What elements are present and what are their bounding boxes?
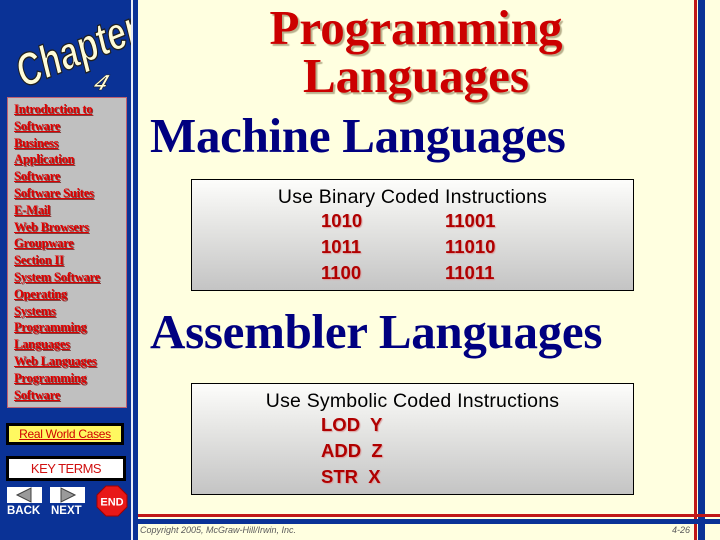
slide-title: Programming Languages — [140, 0, 692, 103]
nav-link-languages[interactable]: Languages — [14, 336, 126, 353]
chapter-logo: Chapter 4 — [6, 4, 131, 94]
nav-link-operating[interactable]: Operating — [14, 286, 126, 303]
nav-link-e-mail[interactable]: E-Mail — [14, 202, 126, 219]
nav-link-business[interactable]: Business — [14, 135, 126, 152]
nav-link-systems[interactable]: Systems — [14, 303, 126, 320]
nav-link-web-browsers[interactable]: Web Browsers — [14, 219, 126, 236]
symbolic-instructions-box: Use Symbolic Coded Instructions LOD Y AD… — [191, 383, 634, 495]
nav-link-web-languages[interactable]: Web Languages — [14, 353, 126, 370]
slide-title-line-1: Programming — [269, 0, 563, 55]
binary-code: 11001 — [445, 210, 496, 231]
end-label: END — [100, 497, 123, 509]
symbolic-instruction: LOD Y — [321, 414, 383, 435]
end-button[interactable]: END — [96, 485, 128, 517]
binary-code: 11011 — [445, 262, 495, 283]
symbolic-box-title: Use Symbolic Coded Instructions — [265, 390, 560, 412]
assembler-languages-heading: Assembler Languages — [150, 304, 603, 359]
binary-instructions-box: Use Binary Coded Instructions 1010 1011 … — [191, 179, 634, 291]
page-number: 4-26 — [671, 525, 690, 535]
real-world-cases-button[interactable]: Real World Cases — [6, 423, 124, 445]
frame-red-horizontal-line — [138, 514, 720, 517]
sidebar: Chapter 4 Introduction to Software Busin… — [0, 0, 131, 540]
symbolic-instruction: STR X — [321, 466, 381, 487]
nav-link-programming-software[interactable]: Programming — [14, 370, 126, 387]
nav-link-section-ii[interactable]: Section II — [14, 252, 126, 269]
nav-link-software-suites[interactable]: Software Suites — [14, 185, 126, 202]
back-label: BACK — [7, 505, 41, 517]
binary-code: 1100 — [321, 262, 362, 283]
chapter-logo-word: Chapter — [8, 4, 131, 94]
chapter-nav-panel: Introduction to Software Business Applic… — [7, 97, 127, 408]
symbolic-instruction: ADD Z — [321, 440, 383, 461]
binary-code: 1011 — [321, 236, 362, 257]
chapter-logo-number: 4 — [90, 70, 113, 94]
copyright-notice: Copyright 2005, McGraw-Hill/Irwin, Inc. — [140, 525, 297, 535]
next-button[interactable] — [50, 487, 85, 503]
nav-link-software[interactable]: Software — [14, 118, 126, 135]
slide-title-line-2: Languages — [302, 48, 529, 103]
nav-link-groupware[interactable]: Groupware — [14, 235, 126, 252]
nav-link-software-2[interactable]: Software — [14, 387, 126, 404]
nav-link-application-software[interactable]: Software — [14, 168, 126, 185]
machine-languages-heading: Machine Languages — [150, 108, 566, 163]
right-triangle-arrow-icon — [60, 487, 77, 503]
back-button[interactable] — [7, 487, 42, 503]
left-triangle-arrow-icon — [15, 487, 32, 503]
frame-red-vertical-line — [694, 0, 697, 540]
binary-code: 1010 — [321, 210, 363, 231]
nav-link-programming[interactable]: Programming — [14, 319, 126, 336]
binary-box-title: Use Binary Coded Instructions — [277, 186, 548, 208]
nav-link-application[interactable]: Application — [14, 151, 126, 168]
key-terms-button[interactable]: KEY TERMS — [6, 456, 126, 481]
next-label: NEXT — [51, 505, 82, 517]
frame-blue-vertical-line — [698, 0, 705, 540]
stop-sign-icon: END — [96, 485, 128, 517]
nav-link-introduction-to[interactable]: Introduction to — [14, 101, 126, 118]
nav-link-system-software[interactable]: System Software — [14, 269, 126, 286]
sidebar-stripe — [133, 0, 138, 540]
frame-blue-horizontal-line — [138, 519, 720, 524]
binary-code: 11010 — [445, 236, 496, 257]
